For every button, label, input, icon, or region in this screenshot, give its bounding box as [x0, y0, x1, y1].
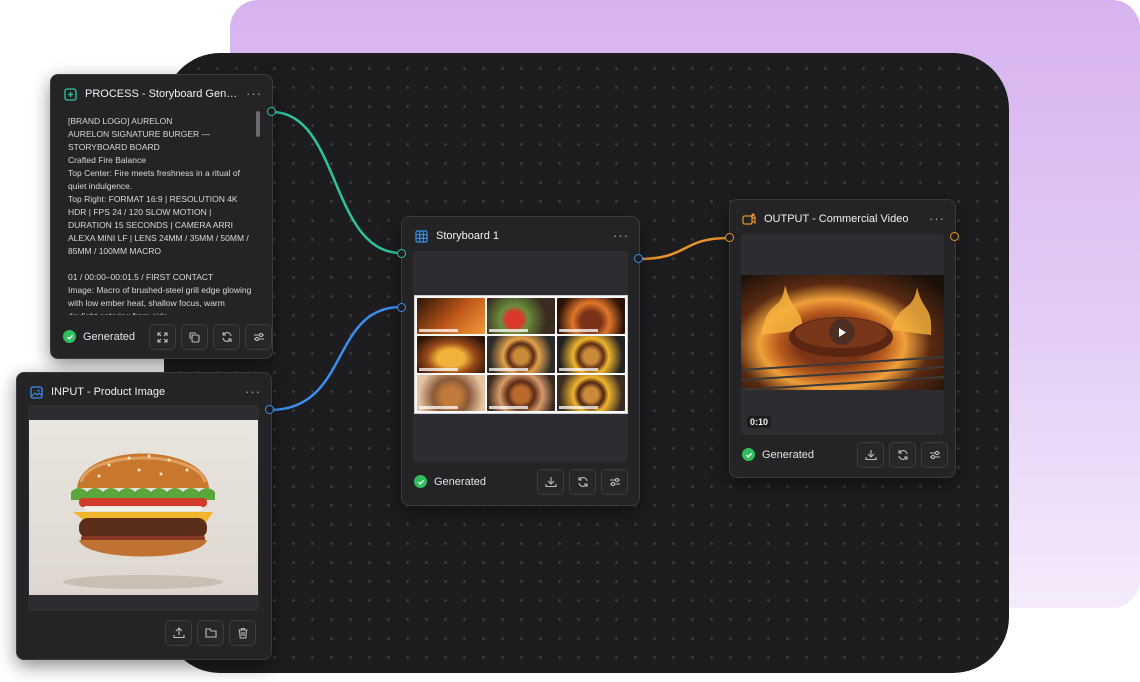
storyboard-frame	[417, 298, 485, 335]
output-port-storyboard[interactable]	[634, 254, 643, 263]
settings-button[interactable]	[921, 442, 948, 468]
plus-square-icon	[63, 87, 77, 101]
settings-sliders-icon	[928, 448, 942, 462]
download-button[interactable]	[857, 442, 884, 468]
check-icon	[414, 475, 427, 488]
node-title: INPUT - Product Image	[51, 386, 166, 398]
status-generated: Generated	[63, 330, 135, 343]
more-icon[interactable]: ···	[613, 229, 629, 242]
folder-button[interactable]	[197, 620, 224, 646]
video-duration: 0:10	[747, 416, 772, 428]
more-icon[interactable]: ···	[245, 385, 261, 398]
settings-button[interactable]	[245, 324, 272, 350]
storyboard-frame	[557, 374, 625, 411]
more-icon[interactable]: ···	[929, 212, 945, 225]
download-button[interactable]	[537, 469, 564, 495]
refresh-icon	[576, 475, 590, 489]
image-preview-panel	[28, 405, 259, 611]
status-generated: Generated	[414, 475, 486, 488]
refresh-button[interactable]	[213, 324, 240, 350]
status-label: Generated	[83, 330, 135, 343]
copy-icon	[188, 330, 202, 344]
storyboard-frame	[487, 336, 555, 373]
copy-button[interactable]	[181, 324, 208, 350]
output-port-video[interactable]	[950, 232, 959, 241]
settings-button[interactable]	[601, 469, 628, 495]
storyboard-frame	[487, 298, 555, 335]
folder-icon	[204, 626, 218, 640]
storyboard-grid[interactable]	[414, 295, 628, 414]
input-node[interactable]: INPUT - Product Image ···	[16, 372, 272, 660]
video-preview-panel	[741, 234, 944, 435]
trash-icon	[236, 626, 250, 640]
storyboard-frame	[487, 374, 555, 411]
process-node[interactable]: PROCESS - Storyboard Gener... ··· [BRAND…	[50, 74, 273, 359]
refresh-button[interactable]	[569, 469, 596, 495]
fullscreen-icon	[156, 330, 170, 344]
refresh-button[interactable]	[889, 442, 916, 468]
input-port-text[interactable]	[397, 249, 406, 258]
node-title: OUTPUT - Commercial Video	[764, 213, 909, 225]
input-port-video[interactable]	[725, 233, 734, 242]
fullscreen-button[interactable]	[149, 324, 176, 350]
grid-icon	[414, 229, 428, 243]
upload-button[interactable]	[165, 620, 192, 646]
output-node[interactable]: OUTPUT - Commercial Video ··· Generated	[729, 199, 956, 478]
refresh-icon	[896, 448, 910, 462]
storyboard-frame	[557, 298, 625, 335]
more-icon[interactable]: ···	[246, 87, 262, 100]
play-icon	[835, 325, 849, 339]
video-thumbnail[interactable]	[741, 275, 944, 390]
settings-sliders-icon	[252, 330, 266, 344]
image-icon	[29, 385, 43, 399]
output-port-text[interactable]	[267, 107, 276, 116]
settings-sliders-icon	[608, 475, 622, 489]
upload-icon	[172, 626, 186, 640]
play-button[interactable]	[829, 319, 855, 345]
storyboard-frame	[417, 336, 485, 373]
input-port-image[interactable]	[397, 303, 406, 312]
product-image[interactable]	[29, 420, 258, 595]
node-title: PROCESS - Storyboard Gener...	[85, 88, 238, 100]
download-icon	[544, 475, 558, 489]
check-icon	[742, 448, 755, 461]
burger-illustration	[63, 453, 223, 589]
storyboard-node[interactable]: Storyboard 1 ··· Generated	[401, 216, 640, 506]
storyboard-frame	[417, 374, 485, 411]
status-generated: Generated	[742, 448, 814, 461]
node-title: Storyboard 1	[436, 230, 499, 242]
download-icon	[864, 448, 878, 462]
delete-button[interactable]	[229, 620, 256, 646]
status-label: Generated	[762, 448, 814, 461]
video-camera-icon	[742, 212, 756, 226]
storyboard-frame	[557, 336, 625, 373]
refresh-icon	[220, 330, 234, 344]
check-icon	[63, 330, 76, 343]
status-label: Generated	[434, 475, 486, 488]
prompt-text[interactable]: [BRAND LOGO] AURELON AURELON SIGNATURE B…	[68, 115, 252, 315]
output-port-image[interactable]	[265, 405, 274, 414]
scrollbar[interactable]	[256, 111, 260, 137]
